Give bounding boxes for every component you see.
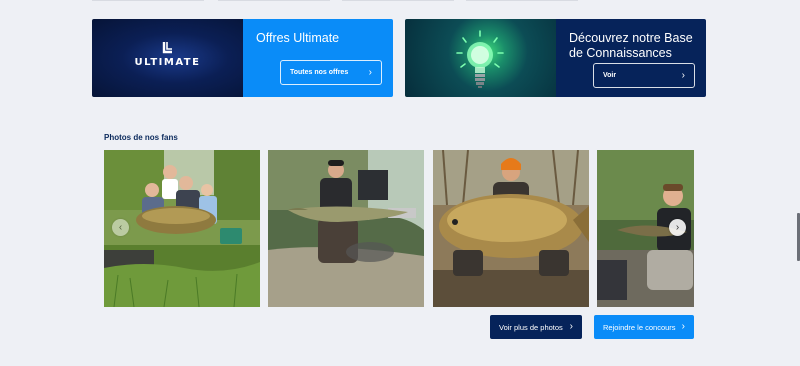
top-card-edges [92, 0, 578, 2]
ultimate-logo-banner: ULTIMATE [92, 19, 243, 97]
fan-photo[interactable] [433, 150, 589, 307]
ultimate-logo-text: ULTIMATE [134, 57, 201, 68]
light-bulb-icon [456, 30, 504, 88]
fan-photo[interactable] [268, 150, 424, 307]
chevron-right-icon: › [368, 66, 372, 78]
promo-ultimate-card[interactable]: ULTIMATE Offres Ultimate Toutes nos offr… [92, 19, 393, 97]
button-label: Toutes nos offres [290, 69, 349, 76]
chevron-right-icon: › [569, 321, 573, 332]
chevron-right-icon: › [675, 222, 680, 233]
chevron-right-icon: › [681, 321, 685, 332]
button-label: Voir plus de photos [499, 322, 563, 332]
fan-photos-carousel [104, 150, 694, 307]
chevron-right-icon: › [681, 69, 685, 81]
button-label: Voir [603, 72, 617, 79]
button-label: Rejoindre le concours [603, 322, 676, 332]
ultimate-logo-icon [162, 42, 172, 54]
promo-title: Découvrez notre Base de Connaissances [569, 31, 693, 60]
view-knowledge-base-button[interactable]: Voir › [593, 63, 695, 88]
promo-title: Offres Ultimate [256, 31, 340, 45]
view-more-photos-button[interactable]: Voir plus de photos › [490, 315, 582, 339]
join-contest-button[interactable]: Rejoindre le concours › [594, 315, 694, 339]
carousel-next-button[interactable]: › [669, 219, 686, 236]
light-bulb-banner [405, 19, 556, 97]
fan-photos-heading: Photos de nos fans [104, 133, 178, 142]
chevron-left-icon: ‹ [118, 222, 123, 233]
promo-knowledge-base-card[interactable]: Découvrez notre Base de Connaissances Vo… [405, 19, 706, 97]
carousel-prev-button[interactable]: ‹ [112, 219, 129, 236]
all-offers-button[interactable]: Toutes nos offres › [280, 60, 382, 85]
